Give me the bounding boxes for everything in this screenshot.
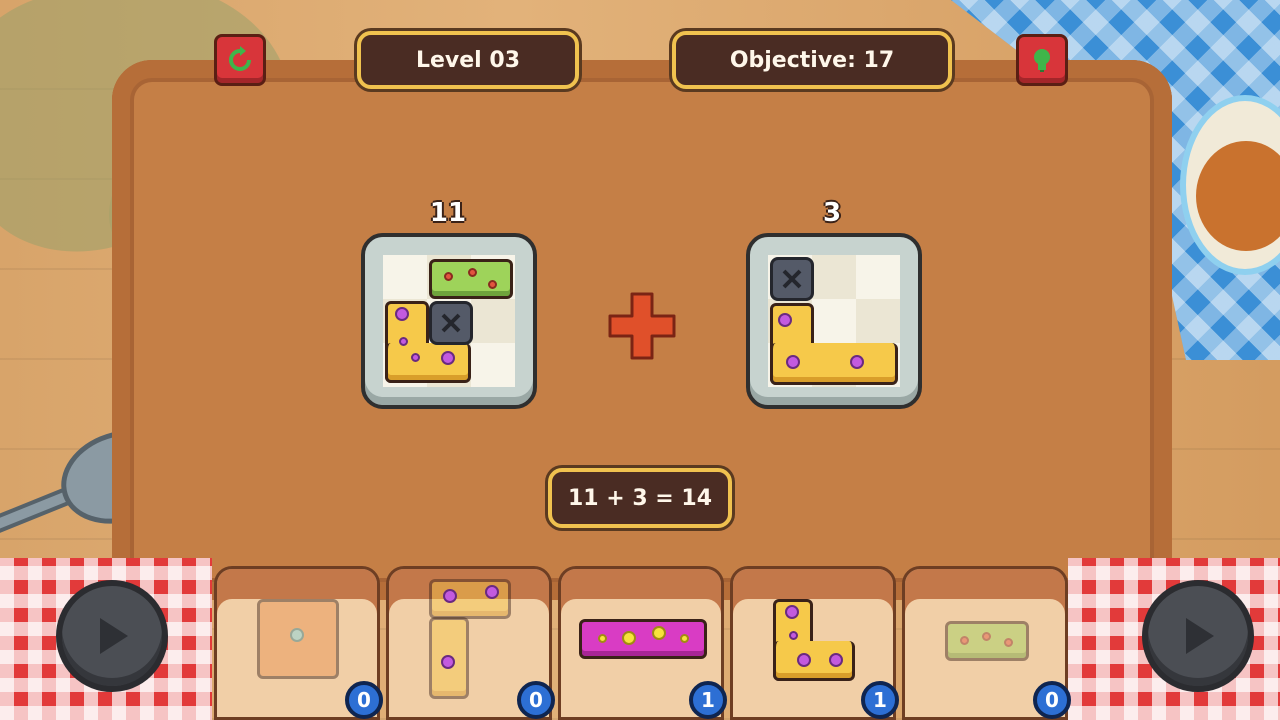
red-dot bbox=[468, 268, 477, 277]
piece-count-badge: 1 bbox=[689, 681, 727, 719]
equation-display: 11 + 3 = 14 bbox=[548, 468, 732, 528]
single-square-piece bbox=[257, 599, 339, 679]
level-indicator: Level 03 bbox=[357, 31, 579, 89]
lightbulb-icon bbox=[1034, 49, 1050, 72]
long-bar-piece bbox=[579, 619, 707, 659]
purple-dot bbox=[411, 353, 420, 362]
blocked-cell bbox=[429, 301, 473, 345]
red-dot bbox=[488, 280, 497, 289]
hint-button[interactable] bbox=[1016, 34, 1068, 86]
purple-dot bbox=[441, 351, 455, 365]
red-dot bbox=[960, 636, 969, 645]
purple-dot bbox=[789, 631, 798, 640]
green-bar-piece bbox=[945, 621, 1029, 661]
piece-count-badge: 0 bbox=[1033, 681, 1071, 719]
inventory-slot-1[interactable]: 0 bbox=[214, 566, 383, 720]
yellow-dot bbox=[652, 626, 666, 640]
x-mark-icon bbox=[782, 269, 802, 289]
red-dot bbox=[982, 632, 991, 641]
left-puzzle-tray[interactable] bbox=[361, 233, 537, 409]
yellow-l-piece-base[interactable] bbox=[385, 343, 471, 383]
purple-dot bbox=[778, 313, 792, 327]
yellow-dot bbox=[598, 634, 607, 643]
plus-icon bbox=[608, 292, 676, 360]
purple-dot bbox=[829, 653, 843, 667]
purple-dot bbox=[785, 605, 799, 619]
play-arrow-icon bbox=[100, 618, 128, 654]
t-shape-piece-top bbox=[429, 579, 511, 619]
restart-icon bbox=[229, 46, 251, 71]
piece-count-badge: 1 bbox=[861, 681, 899, 719]
play-arrow-icon bbox=[1186, 618, 1214, 654]
green-bar-piece[interactable] bbox=[429, 259, 513, 299]
purple-dot bbox=[786, 355, 800, 369]
purple-dot bbox=[443, 589, 457, 603]
inventory-slot-4[interactable]: 1 bbox=[730, 566, 899, 720]
scroll-left-button[interactable] bbox=[56, 580, 168, 692]
x-mark-icon bbox=[441, 313, 461, 333]
red-dot bbox=[444, 272, 453, 281]
yellow-dot bbox=[680, 634, 689, 643]
inventory-slot-5[interactable]: 0 bbox=[902, 566, 1071, 720]
purple-dot bbox=[485, 585, 499, 599]
blue-dot bbox=[290, 628, 304, 642]
scroll-right-button[interactable] bbox=[1142, 580, 1254, 692]
purple-dot bbox=[441, 655, 455, 669]
piece-count-badge: 0 bbox=[345, 681, 383, 719]
right-puzzle-tray[interactable] bbox=[746, 233, 922, 409]
purple-dot bbox=[797, 653, 811, 667]
restart-button[interactable] bbox=[214, 34, 266, 86]
red-dot bbox=[1004, 638, 1013, 647]
yellow-dot bbox=[622, 631, 636, 645]
inventory-slot-3[interactable]: 1 bbox=[558, 566, 727, 720]
left-score: 11 bbox=[429, 198, 467, 228]
piece-count-badge: 0 bbox=[517, 681, 555, 719]
purple-dot bbox=[850, 355, 864, 369]
objective-indicator: Objective: 17 bbox=[672, 31, 952, 89]
purple-dot bbox=[399, 337, 408, 346]
right-score: 3 bbox=[822, 198, 842, 228]
purple-dot bbox=[395, 307, 409, 321]
inventory-slot-2[interactable]: 0 bbox=[386, 566, 555, 720]
blocked-cell bbox=[770, 257, 814, 301]
